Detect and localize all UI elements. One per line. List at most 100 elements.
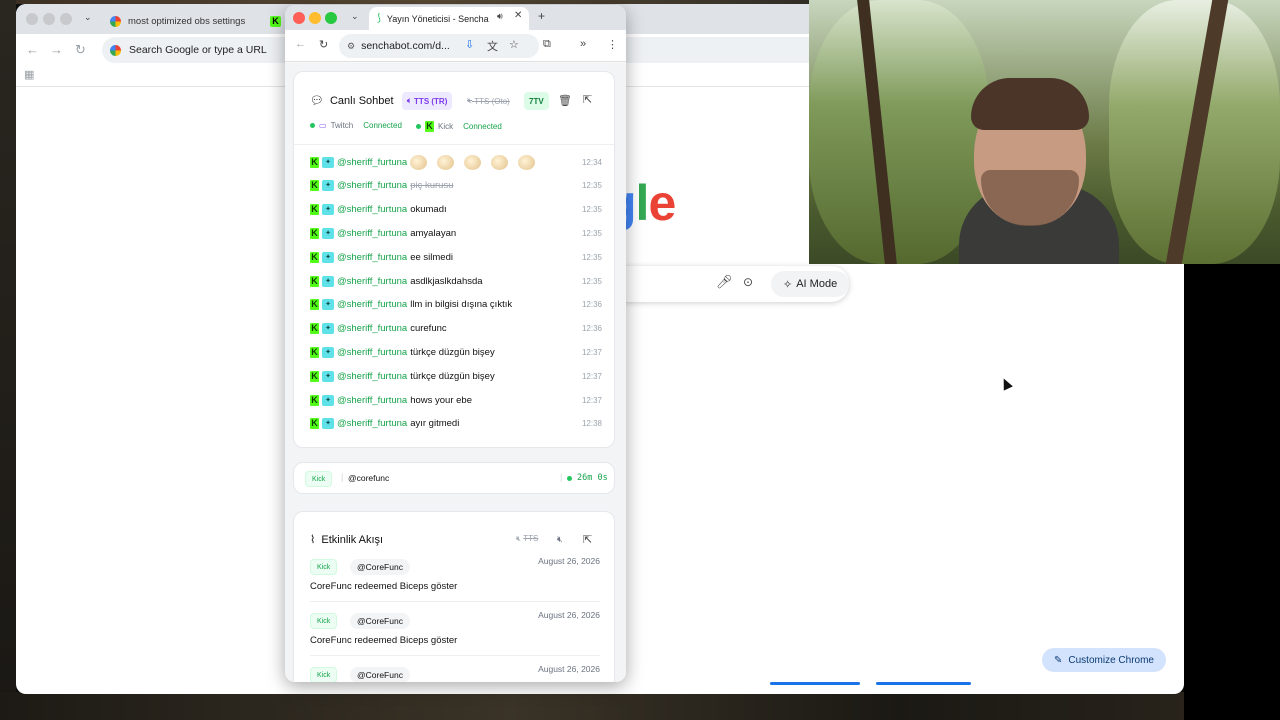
chat-message-text: curefunc xyxy=(410,323,447,335)
chat-message: K ✦ @sheriff_furtuna amyalayan 12:35 xyxy=(310,226,602,240)
chat-message: K ✦ @sheriff_furtuna türkçe düzgün bişey 12:… xyxy=(310,345,602,359)
platform-chip: Kick xyxy=(310,613,338,629)
microphone-icon[interactable]: 🎤︎ xyxy=(716,274,733,290)
chat-message-text: hows your ebe xyxy=(410,394,472,406)
chat-title: Canlı Sohbet xyxy=(329,94,394,107)
subscriber-badge-icon: ✦ xyxy=(322,204,334,216)
minimize-window-icon[interactable] xyxy=(309,12,321,24)
emote-icon xyxy=(518,154,536,170)
chat-username[interactable]: @sheriff_furtuna xyxy=(337,347,407,358)
back-icon[interactable]: ← xyxy=(295,38,306,50)
menu-icon[interactable]: ⋮ xyxy=(607,38,618,51)
chat-username[interactable]: @sheriff_furtuna xyxy=(337,418,407,429)
speaker-icon: 🔈︎ xyxy=(407,96,412,105)
tab-stream-manager[interactable]: ⟆ Yayın Yöneticisi - Sencha xyxy=(369,7,529,30)
event-date: August 26, 2026 xyxy=(538,610,600,620)
kick-icon: K xyxy=(310,370,319,382)
chat-message-text: piç kurusu xyxy=(410,180,454,192)
tab-google-search[interactable]: most optimized obs settings xyxy=(102,8,252,34)
platform-label: Kick xyxy=(438,122,454,131)
event-user-chip[interactable]: @CoreFunc xyxy=(350,559,410,575)
tab-title: Yayın Yöneticisi - Sencha xyxy=(386,13,489,24)
translate-icon[interactable]: 文 xyxy=(487,38,498,54)
event-date: August 26, 2026 xyxy=(538,556,600,566)
popup-tab-strip: ⌄ ⟆ Yayın Yöneticisi - Sencha 🔊︎ ✕ + xyxy=(285,5,626,30)
kick-icon: K xyxy=(310,180,319,192)
google-icon xyxy=(110,15,121,27)
chat-username[interactable]: @sheriff_furtuna xyxy=(337,228,407,239)
chat-username[interactable]: @sheriff_furtuna xyxy=(337,299,407,310)
ai-mode-button[interactable]: ✧ AI Mode xyxy=(771,271,850,297)
chat-message-text: okumadı xyxy=(410,204,447,216)
mute-icon[interactable]: 🔇︎ xyxy=(557,534,563,545)
event-divider xyxy=(310,655,600,656)
reload-icon[interactable]: ↻ xyxy=(319,38,328,51)
apps-grid-icon[interactable]: ▦ xyxy=(24,68,34,81)
subscriber-badge-icon: ✦ xyxy=(322,370,334,382)
lens-icon[interactable]: ⊙ xyxy=(743,275,753,289)
kick-icon: K xyxy=(310,323,319,335)
kick-icon: K xyxy=(425,121,434,132)
new-tab-icon[interactable]: + xyxy=(538,9,545,23)
close-window-icon[interactable] xyxy=(293,12,305,24)
kick-icon: K xyxy=(310,299,319,311)
kick-icon: K xyxy=(310,394,319,406)
chat-username[interactable]: @sheriff_furtuna xyxy=(337,323,407,334)
person-hair xyxy=(971,78,1089,130)
reload-icon[interactable]: ↻ xyxy=(75,42,86,58)
event-feed-header: ⌇ Etkinlik Akışı xyxy=(310,533,383,547)
emote-icon xyxy=(437,154,455,170)
url-text: senchabot.com/d... xyxy=(361,40,450,52)
event-user-chip[interactable]: @CoreFunc xyxy=(350,667,410,682)
shortcut-bar xyxy=(770,682,860,685)
chat-timestamp: 12:35 xyxy=(581,205,602,215)
desktop-bottom-edge xyxy=(0,692,1280,720)
back-icon[interactable]: ← xyxy=(26,42,39,57)
external-link-icon[interactable]: ⇱ xyxy=(583,93,592,106)
maximize-window-icon[interactable] xyxy=(60,13,72,25)
chat-message: K ✦ @sheriff_furtuna 12:34 xyxy=(310,154,602,170)
tab-search-icon[interactable]: ⌄ xyxy=(84,12,92,23)
7tv-toggle[interactable]: 7TV xyxy=(524,92,549,110)
close-window-icon[interactable] xyxy=(26,13,38,25)
chat-username[interactable]: @sheriff_furtuna xyxy=(337,180,407,191)
chat-message-text: ee silmedi xyxy=(410,251,453,263)
trash-icon[interactable]: 🗑︎ xyxy=(558,94,572,107)
chat-username[interactable]: @sheriff_furtuna xyxy=(337,157,407,168)
forward-icon[interactable]: → xyxy=(50,42,63,57)
chat-username[interactable]: @sheriff_furtuna xyxy=(337,252,407,263)
chat-username[interactable]: @sheriff_furtuna xyxy=(337,204,407,215)
chat-username[interactable]: @sheriff_furtuna xyxy=(337,395,407,406)
omnibox-placeholder: Search Google or type a URL xyxy=(129,44,267,56)
chat-username[interactable]: @sheriff_furtuna xyxy=(337,276,407,287)
chat-bubble-icon: 💬︎ xyxy=(310,95,324,107)
tab-search-icon[interactable]: ⌄ xyxy=(351,11,359,22)
status-dot-icon xyxy=(310,123,315,128)
close-tab-icon[interactable]: ✕ xyxy=(514,10,522,21)
uptime: 26m 0s xyxy=(577,473,608,483)
emote-icon xyxy=(410,154,428,170)
chat-timestamp: 12:34 xyxy=(581,157,602,167)
status-label: Connected xyxy=(363,121,402,130)
customize-chrome-button[interactable]: ✎ Customize Chrome xyxy=(1042,648,1166,672)
chat-message-text: amyalayan xyxy=(410,227,457,239)
extensions-icon[interactable]: ⧉ xyxy=(543,38,551,51)
kick-icon: K xyxy=(310,418,319,430)
subscriber-badge-icon: ✦ xyxy=(322,251,334,263)
event-tts-toggle[interactable]: 🔇︎ TTS xyxy=(516,534,538,544)
speaker-icon: 🔊︎ xyxy=(497,11,503,21)
event-user-chip[interactable]: @CoreFunc xyxy=(350,613,410,629)
minimize-window-icon[interactable] xyxy=(43,13,55,25)
tts-auto-toggle[interactable]: 🔇︎ TTS (Oto) xyxy=(462,92,515,110)
more-tools-icon[interactable]: » xyxy=(580,38,586,50)
maximize-window-icon[interactable] xyxy=(325,12,337,24)
chat-username[interactable]: @sheriff_furtuna xyxy=(337,371,407,382)
tts-tr-toggle[interactable]: 🔈︎ TTS (TR) xyxy=(402,92,453,110)
bookmark-star-icon[interactable]: ☆ xyxy=(509,38,519,51)
tts-tr-label: TTS (TR) xyxy=(414,96,448,106)
chat-timestamp: 12:37 xyxy=(581,347,602,357)
install-icon[interactable]: ⇩ xyxy=(465,38,474,51)
popup-toolbar: ← ↻ ⚙ senchabot.com/d... ⇩ 文 ☆ ⧉ » ⋮ xyxy=(285,30,626,62)
chat-timestamp: 12:36 xyxy=(581,324,602,334)
external-link-icon[interactable]: ⇱ xyxy=(583,533,592,546)
